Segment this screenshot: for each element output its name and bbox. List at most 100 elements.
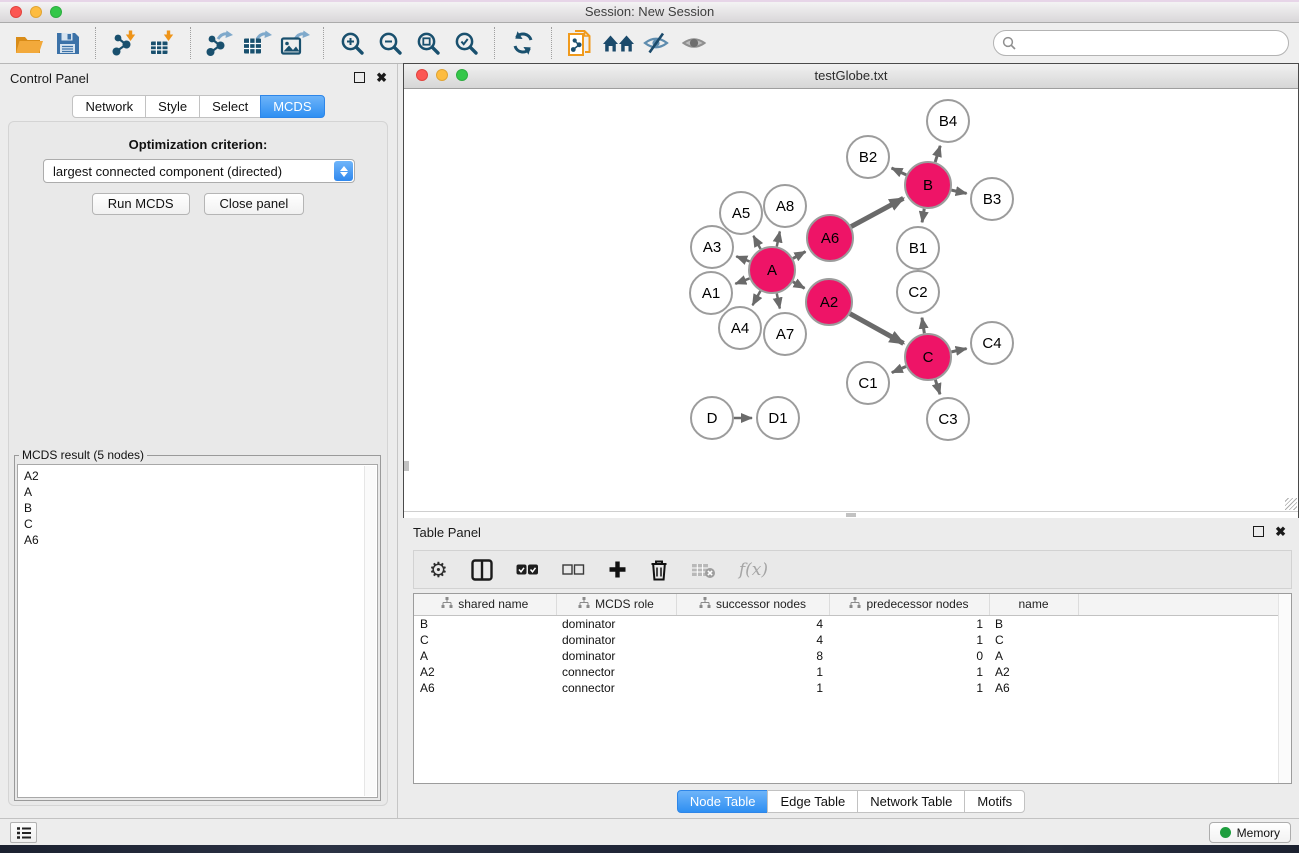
select-all-button[interactable] (516, 563, 539, 576)
criterion-select[interactable]: largest connected component (directed) (43, 159, 355, 183)
graph-node-A1[interactable]: A1 (690, 272, 732, 314)
close-panel-icon[interactable]: ✖ (1275, 526, 1286, 537)
edge-A-A7[interactable] (777, 294, 780, 309)
import-network-button[interactable] (105, 26, 143, 60)
graph-node-B3[interactable]: B3 (971, 178, 1013, 220)
graph-node-C1[interactable]: C1 (847, 362, 889, 404)
memory-button[interactable]: Memory (1209, 822, 1291, 843)
delete-table-button[interactable] (691, 561, 716, 579)
column-header-predecessor-nodes[interactable]: predecessor nodes (829, 594, 989, 615)
tab-style[interactable]: Style (145, 95, 200, 118)
edge-A-A4[interactable] (753, 291, 761, 305)
graph-node-B4[interactable]: B4 (927, 100, 969, 142)
save-session-button[interactable] (48, 26, 86, 60)
graph-node-C2[interactable]: C2 (897, 271, 939, 313)
minimize-window-button[interactable] (30, 6, 42, 18)
graph-node-A4[interactable]: A4 (719, 307, 761, 349)
edge-A-A6[interactable] (793, 252, 805, 259)
tab-network-table[interactable]: Network Table (857, 790, 965, 813)
show-columns-button[interactable] (471, 559, 493, 581)
result-item[interactable]: A (24, 484, 377, 500)
zoom-in-button[interactable] (333, 26, 371, 60)
graph-node-D1[interactable]: D1 (757, 397, 799, 439)
network-from-selection-button[interactable] (561, 26, 599, 60)
column-header-MCDS-role[interactable]: MCDS role (556, 594, 676, 615)
tab-motifs[interactable]: Motifs (964, 790, 1025, 813)
table-row[interactable]: Adominator80A (414, 648, 1291, 664)
edge-C-C2[interactable] (922, 318, 924, 334)
close-view-button[interactable] (416, 69, 428, 81)
edge-B-B1[interactable] (922, 209, 924, 223)
run-mcds-button[interactable]: Run MCDS (92, 193, 190, 215)
export-image-button[interactable] (276, 26, 314, 60)
zoom-selected-button[interactable] (447, 26, 485, 60)
edge-C-C1[interactable] (892, 367, 906, 373)
hide-panels-button[interactable] (637, 26, 675, 60)
edge-B-B4[interactable] (935, 146, 940, 162)
graph-node-D[interactable]: D (691, 397, 733, 439)
table-row[interactable]: Cdominator41C (414, 632, 1291, 648)
create-column-button[interactable] (608, 560, 627, 579)
graph-node-A3[interactable]: A3 (691, 226, 733, 268)
apply-layout-button[interactable] (504, 26, 542, 60)
tab-edge-table[interactable]: Edge Table (767, 790, 858, 813)
graph-node-A2[interactable]: A2 (806, 279, 852, 325)
graph-node-C3[interactable]: C3 (927, 398, 969, 440)
graph-node-C4[interactable]: C4 (971, 322, 1013, 364)
graph-node-A6[interactable]: A6 (807, 215, 853, 261)
function-builder-button[interactable]: f(x) (739, 560, 768, 580)
graph-node-B1[interactable]: B1 (897, 227, 939, 269)
edge-B-B3[interactable] (951, 190, 966, 193)
table-row[interactable]: A6connector11A6 (414, 680, 1291, 696)
edge-A-A5[interactable] (753, 236, 760, 249)
table-scrollbar[interactable] (1278, 594, 1291, 783)
float-panel-icon[interactable] (354, 72, 365, 83)
import-table-button[interactable] (143, 26, 181, 60)
edge-A-A8[interactable] (777, 231, 780, 246)
tab-network[interactable]: Network (72, 95, 146, 118)
edge-C-C4[interactable] (951, 349, 966, 352)
open-session-button[interactable] (10, 26, 48, 60)
home-button[interactable] (599, 26, 637, 60)
table-row[interactable]: Bdominator41B (414, 615, 1291, 632)
windows-list-button[interactable] (10, 822, 37, 843)
resize-grip-icon[interactable] (1285, 498, 1297, 510)
vertical-scroll-thumb[interactable] (404, 461, 409, 471)
edge-C-C3[interactable] (935, 380, 940, 394)
graph-node-A[interactable]: A (749, 247, 795, 293)
graph-node-B[interactable]: B (905, 162, 951, 208)
close-panel-icon[interactable]: ✖ (376, 72, 387, 83)
edge-A2-C[interactable] (850, 314, 904, 344)
graph-node-C[interactable]: C (905, 334, 951, 380)
edge-A-A1[interactable] (735, 278, 749, 283)
close-panel-button[interactable]: Close panel (204, 193, 305, 215)
result-item[interactable]: C (24, 516, 377, 532)
edge-A-A3[interactable] (736, 256, 749, 261)
edge-A6-B[interactable] (851, 198, 903, 226)
network-canvas[interactable]: B4 B2 B B3 A8A5 A6 A3 B1 A C2 A1 A2 A4A7 C4 C C1 C3 D D1 (404, 89, 1298, 513)
graph-node-A5[interactable]: A5 (720, 192, 762, 234)
search-input[interactable] (1017, 35, 1280, 52)
table-settings-button[interactable]: ⚙ (429, 560, 448, 580)
graph-node-B2[interactable]: B2 (847, 136, 889, 178)
column-header-name[interactable]: name (989, 594, 1078, 615)
graph-node-A8[interactable]: A8 (764, 185, 806, 227)
zoom-fit-button[interactable] (409, 26, 447, 60)
result-item[interactable]: A6 (24, 532, 377, 548)
result-item[interactable]: A2 (24, 468, 377, 484)
tab-select[interactable]: Select (199, 95, 261, 118)
zoom-view-button[interactable] (456, 69, 468, 81)
graph-node-A7[interactable]: A7 (764, 313, 806, 355)
export-network-button[interactable] (200, 26, 238, 60)
column-header-successor-nodes[interactable]: successor nodes (676, 594, 829, 615)
zoom-window-button[interactable] (50, 6, 62, 18)
export-table-button[interactable] (238, 26, 276, 60)
zoom-out-button[interactable] (371, 26, 409, 60)
result-item[interactable]: B (24, 500, 377, 516)
tab-mcds[interactable]: MCDS (260, 95, 324, 118)
show-panels-button[interactable] (675, 26, 713, 60)
tab-node-table[interactable]: Node Table (677, 790, 769, 813)
table-row[interactable]: A2connector11A2 (414, 664, 1291, 680)
unselect-all-button[interactable] (562, 563, 585, 576)
horizontal-scroll-thumb[interactable] (846, 513, 856, 517)
